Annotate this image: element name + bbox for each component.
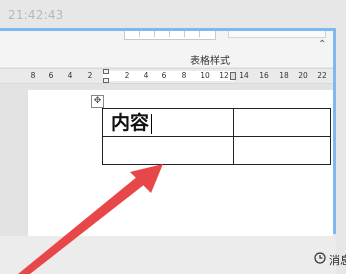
table-cell-text: 内容 <box>111 111 150 134</box>
left-indent-marker[interactable] <box>103 69 109 83</box>
table-cell[interactable]: 内容 <box>102 108 234 137</box>
collapse-icon[interactable]: ⌃ <box>318 39 326 50</box>
ruler-tick: 8 <box>30 71 36 80</box>
ruler-tick: 4 <box>67 71 73 80</box>
document-table: 内容 <box>102 108 331 165</box>
ribbon-group-label: 表格样式 <box>190 56 230 67</box>
message-label[interactable]: 消息 <box>329 252 346 268</box>
table-cell[interactable] <box>233 108 331 137</box>
ruler-tick: 16 <box>259 71 269 80</box>
ruler-tick: 8 <box>181 71 187 80</box>
ruler-tick: 20 <box>298 71 308 80</box>
ruler-tick: 2 <box>124 71 130 80</box>
ruler-tick: 6 <box>161 71 167 80</box>
ribbon: 表格样式 ⌃ <box>0 31 333 67</box>
ruler-tick: 18 <box>279 71 289 80</box>
table-row: 内容 <box>102 108 331 137</box>
table-style-gallery-more[interactable] <box>228 31 326 38</box>
column-marker[interactable] <box>230 69 236 83</box>
ruler: 8 6 4 2 2 4 6 8 10 12 14 16 18 20 22 <box>0 68 333 84</box>
clock-icon <box>314 252 326 264</box>
table-style-gallery[interactable] <box>124 31 216 40</box>
ruler-tick: 6 <box>48 71 54 80</box>
text-caret <box>151 114 153 134</box>
document-page[interactable]: ✥ 内容 <box>28 90 333 236</box>
table-cell[interactable] <box>102 136 234 165</box>
ruler-tick: 2 <box>87 71 93 80</box>
table-cell[interactable] <box>233 136 331 165</box>
ruler-tick: 22 <box>317 71 327 80</box>
table-row <box>102 136 331 165</box>
ruler-tick: 4 <box>143 71 149 80</box>
timestamp: 21:42:43 <box>8 8 64 22</box>
editor-window: 表格样式 ⌃ 8 6 4 2 2 4 6 8 10 12 14 16 18 20… <box>0 28 346 274</box>
bottom-bar: 消息 <box>0 236 346 274</box>
table-move-handle-icon[interactable]: ✥ <box>91 95 104 108</box>
ruler-tick: 14 <box>239 71 249 80</box>
ruler-tick: 10 <box>200 71 210 80</box>
document-area: ✥ 内容 <box>0 84 333 236</box>
